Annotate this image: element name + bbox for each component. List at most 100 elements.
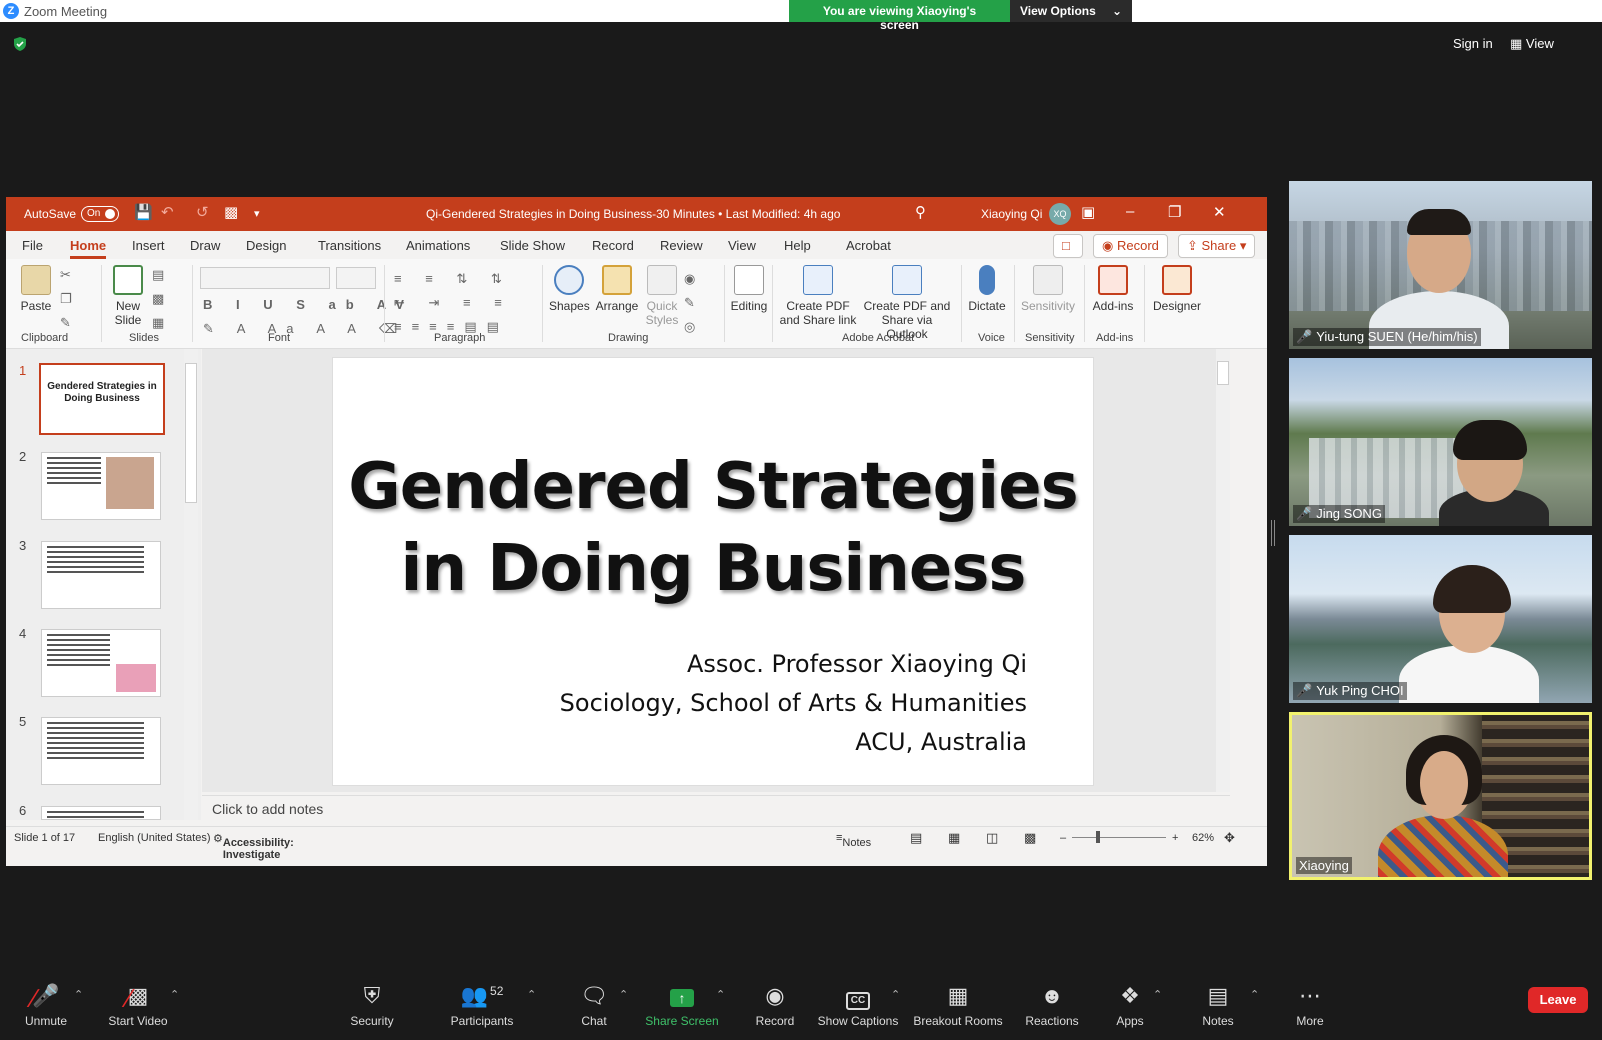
tab-transitions[interactable]: Transitions	[318, 238, 381, 253]
tab-acrobat[interactable]: Acrobat	[846, 238, 891, 253]
zoom-level[interactable]: 62%	[1192, 832, 1214, 844]
bullets-icons[interactable]: ≡ ≡ ⇅ ⇅	[394, 271, 512, 287]
more-button[interactable]: ⋯ More	[1290, 980, 1330, 1028]
video-tile[interactable]: 🎤 Yiu-tung SUEN (He/him/his)	[1289, 181, 1592, 349]
notes-options-caret[interactable]: ⌃	[1250, 988, 1259, 1001]
slide-author[interactable]: Assoc. Professor Xiaoying Qi	[687, 650, 1027, 678]
slide-department[interactable]: Sociology, School of Arts & Humanities	[560, 689, 1027, 717]
slide-thumbnail-6[interactable]	[41, 806, 161, 820]
video-options-caret[interactable]: ⌃	[170, 988, 179, 1001]
cut-icon[interactable]: ✂	[60, 267, 81, 283]
record-button[interactable]: ◉ Record	[1093, 234, 1168, 258]
slideshow-view-icon[interactable]: ▩	[1024, 830, 1036, 846]
dictate-button[interactable]: Dictate	[966, 265, 1008, 313]
language[interactable]: English (United States)	[98, 832, 211, 844]
start-video-button[interactable]: ▩ ∕ Start Video	[103, 980, 173, 1028]
sign-in-link[interactable]: Sign in	[1453, 36, 1493, 51]
slide-thumbnail-3[interactable]	[41, 541, 161, 609]
avatar[interactable]: XQ	[1049, 203, 1071, 225]
arrange-button[interactable]: Arrange	[594, 265, 640, 313]
thumbnails-scrollbar[interactable]	[184, 349, 198, 820]
reading-view-icon[interactable]: ◫	[986, 830, 998, 846]
shape-outline-icon[interactable]: ✎	[684, 295, 705, 311]
customize-qat-icon[interactable]: ▾	[254, 207, 260, 220]
tab-review[interactable]: Review	[660, 238, 703, 253]
chat-button[interactable]: 🗨 Chat	[574, 980, 614, 1028]
quick-styles-button[interactable]: Quick Styles	[641, 265, 683, 327]
close-icon[interactable]: ✕	[1213, 203, 1226, 221]
tab-view[interactable]: View	[728, 238, 756, 253]
comments-icon[interactable]: □	[1053, 234, 1083, 258]
designer-button[interactable]: Designer	[1149, 265, 1205, 313]
slide-thumbnail-5[interactable]	[41, 717, 161, 785]
reset-icon[interactable]: ▩	[152, 291, 174, 307]
shape-fill-icon[interactable]: ◉	[684, 271, 705, 287]
restore-icon[interactable]: ❐	[1168, 203, 1181, 221]
search-icon[interactable]: ⚲	[915, 203, 926, 221]
show-captions-button[interactable]: CC Show Captions	[816, 980, 900, 1028]
view-options-button[interactable]: View Options ⌄	[1010, 0, 1132, 22]
participants-button[interactable]: 👥 52 Participants	[447, 980, 517, 1028]
redo-icon[interactable]: ↺	[196, 203, 209, 221]
editing-button[interactable]: Editing	[728, 265, 770, 313]
apps-options-caret[interactable]: ⌃	[1153, 988, 1162, 1001]
notes-pane[interactable]: Click to add notes	[202, 795, 1230, 821]
zoom-in-icon[interactable]: +	[1172, 832, 1178, 844]
slide-thumbnail-2[interactable]	[41, 452, 161, 520]
video-tile[interactable]: 🎤 Jing SONG	[1289, 358, 1592, 526]
participants-options-caret[interactable]: ⌃	[527, 988, 536, 1001]
save-icon[interactable]: 💾	[134, 203, 153, 221]
tab-design[interactable]: Design	[246, 238, 286, 253]
font-color-icons[interactable]: ✎ A Aa A A ⌫	[203, 321, 407, 337]
video-tile-active-speaker[interactable]: Xiaoying	[1289, 712, 1592, 880]
paste-button[interactable]: Paste	[16, 265, 56, 313]
present-icon[interactable]: ▩	[224, 203, 238, 221]
shape-effects-icon[interactable]: ◎	[684, 319, 705, 335]
accessibility-status[interactable]: ⚙ Accessibility: Investigate	[213, 832, 294, 861]
view-button[interactable]: ▦ View	[1510, 36, 1554, 52]
tab-animations[interactable]: Animations	[406, 238, 470, 253]
slide-editor[interactable]: Gendered Strategies in Doing Business As…	[202, 349, 1230, 792]
tab-help[interactable]: Help	[784, 238, 811, 253]
breakout-rooms-button[interactable]: ▦ Breakout Rooms	[912, 980, 1004, 1028]
font-format-icons[interactable]: B I U S ab AV	[203, 297, 414, 312]
current-slide[interactable]: Gendered Strategies in Doing Business As…	[332, 357, 1094, 786]
scrollbar-thumb[interactable]	[185, 363, 197, 503]
share-button[interactable]: ⇪ Share ▾	[1178, 234, 1256, 258]
chat-options-caret[interactable]: ⌃	[619, 988, 628, 1001]
section-icon[interactable]: ▦	[152, 315, 174, 331]
panel-resize-handle[interactable]	[1271, 520, 1275, 546]
slide-thumbnail-1[interactable]: Gendered Strategies in Doing Business	[39, 363, 165, 435]
user-name[interactable]: Xiaoying Qi	[981, 207, 1042, 221]
reactions-button[interactable]: ☻ Reactions	[1022, 980, 1082, 1028]
undo-icon[interactable]: ↶	[161, 203, 174, 221]
document-title[interactable]: Qi-Gendered Strategies in Doing Business…	[426, 207, 840, 221]
captions-options-caret[interactable]: ⌃	[891, 988, 900, 1001]
fit-slide-icon[interactable]: ✥	[1224, 830, 1235, 846]
minimize-icon[interactable]: –	[1126, 203, 1134, 220]
share-options-caret[interactable]: ⌃	[716, 988, 725, 1001]
scrollbar-thumb[interactable]	[1217, 361, 1229, 385]
create-pdf-outlook-button[interactable]: Create PDF and Share via Outlook	[862, 265, 952, 341]
format-painter-icon[interactable]: ✎	[60, 315, 81, 331]
leave-button[interactable]: Leave	[1528, 987, 1588, 1013]
record-button[interactable]: ◉ Record	[752, 980, 798, 1028]
zoom-slider-thumb[interactable]	[1096, 831, 1100, 843]
slide-institution[interactable]: ACU, Australia	[855, 728, 1027, 756]
tab-insert[interactable]: Insert	[132, 238, 165, 253]
zoom-out-icon[interactable]: –	[1060, 832, 1066, 844]
apps-button[interactable]: ❖ Apps	[1112, 980, 1148, 1028]
unmute-button[interactable]: 🎤 ∕ Unmute	[24, 980, 68, 1028]
slide-title[interactable]: Gendered Strategies in Doing Business	[333, 446, 1093, 610]
autosave-toggle[interactable]: On	[81, 206, 119, 222]
layout-icon[interactable]: ▤	[152, 267, 174, 283]
ribbon-display-icon[interactable]: ▣	[1081, 203, 1095, 221]
addins-button[interactable]: Add-ins	[1089, 265, 1137, 313]
new-slide-button[interactable]: New Slide	[108, 265, 148, 327]
video-tile[interactable]: 🎤 Yuk Ping CHOI	[1289, 535, 1592, 703]
tab-slide-show[interactable]: Slide Show	[500, 238, 565, 253]
tab-home[interactable]: Home	[70, 238, 107, 259]
audio-options-caret[interactable]: ⌃	[74, 988, 83, 1001]
security-button[interactable]: ⛨ Security	[347, 980, 397, 1028]
editor-scrollbar[interactable]	[1216, 349, 1230, 792]
